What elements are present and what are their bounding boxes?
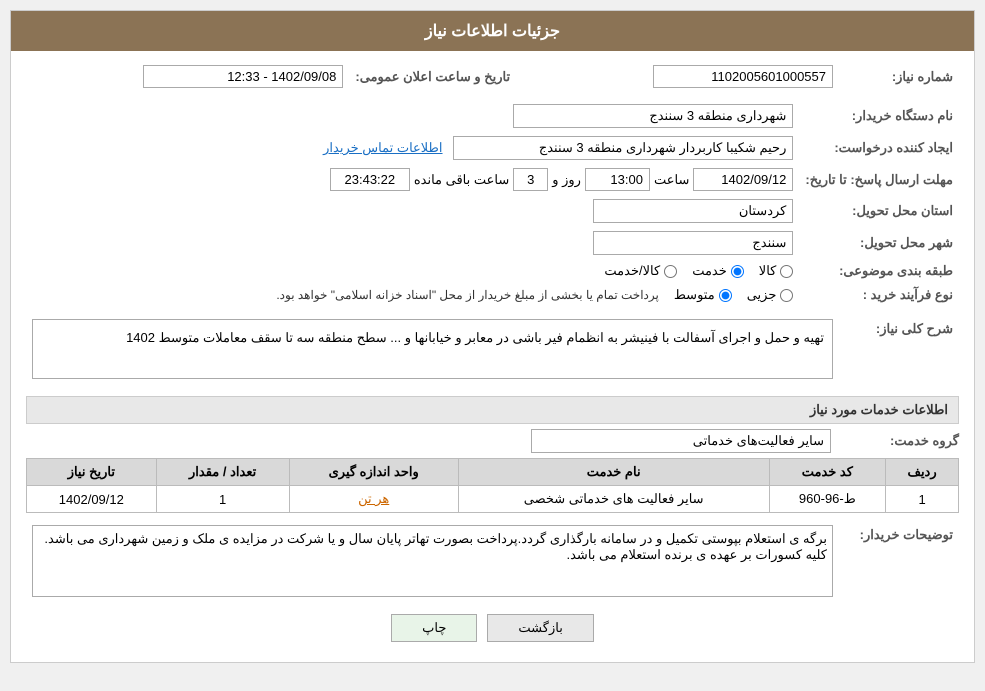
process-motavasset-radio[interactable] [719, 289, 732, 302]
back-button[interactable]: بازگشت [487, 614, 593, 642]
deadline-date: 1402/09/12 [693, 168, 793, 191]
process-jozi: جزیی [747, 287, 794, 303]
category-khedmat: خدمت [692, 263, 744, 279]
main-container: جزئیات اطلاعات نیاز شماره نیاز: 11020056… [10, 10, 975, 663]
need-number-value: 1102005601000557 [653, 65, 833, 88]
city-value: سنندج [593, 231, 793, 255]
buyer-org-value: شهرداری منطقه 3 سنندج [513, 104, 793, 128]
group-row: گروه خدمت: سایر فعالیت‌های خدماتی [26, 429, 959, 453]
deadline-label: مهلت ارسال پاسخ: تا تاریخ: [799, 164, 959, 195]
need-number-cell: 1102005601000557 [546, 61, 839, 92]
col-header-name: نام خدمت [458, 459, 769, 486]
process-jozi-label: جزیی [747, 287, 777, 303]
category-kala-khedmat-label: کالا/خدمت [604, 263, 660, 279]
date-label: تاریخ و ساعت اعلان عمومی: [349, 61, 516, 92]
cell-date: 1402/09/12 [27, 486, 157, 513]
province-label: استان محل تحویل: [799, 195, 959, 227]
services-section-title: اطلاعات خدمات مورد نیاز [26, 396, 959, 424]
group-value: سایر فعالیت‌های خدماتی [531, 429, 831, 453]
process-label: نوع فرآیند خرید : [799, 283, 959, 307]
col-header-row: ردیف [886, 459, 959, 486]
category-kala-khedmat-radio[interactable] [664, 265, 677, 278]
deadline-time: 13:00 [585, 168, 650, 191]
province-cell: کردستان [26, 195, 799, 227]
cell-qty: 1 [156, 486, 289, 513]
notes-label: توضیحات خریدار: [839, 521, 959, 604]
desc-table: شرح کلی نیاز: تهیه و حمل و اجرای آسفالت … [26, 315, 959, 388]
group-label: گروه خدمت: [839, 433, 959, 449]
process-cell: جزیی متوسط پرداخت تمام یا بخشی از مبلغ خ… [26, 283, 799, 307]
creator-contact-link[interactable]: اطلاعات تماس خریدار [323, 140, 442, 155]
category-kala-radio[interactable] [780, 265, 793, 278]
notes-table: توضیحات خریدار: [26, 521, 959, 604]
cell-row: 1 [886, 486, 959, 513]
content-area: شماره نیاز: 1102005601000557 تاریخ و ساع… [11, 51, 974, 662]
creator-value: رحیم شکیبا کاربردار شهرداری منطقه 3 سنند… [453, 136, 793, 160]
process-jozi-radio[interactable] [780, 289, 793, 302]
col-header-date: تاریخ نیاز [27, 459, 157, 486]
print-button[interactable]: چاپ [391, 614, 477, 642]
category-khedmat-radio[interactable] [731, 265, 744, 278]
deadline-remaining-label: ساعت باقی مانده [414, 172, 509, 188]
date-cell: 1402/09/08 - 12:33 [26, 61, 349, 92]
date-value: 1402/09/08 - 12:33 [143, 65, 343, 88]
table-row: 1 ط-96-960 سایر فعالیت های خدماتی شخصی ه… [27, 486, 959, 513]
need-desc-cell: تهیه و حمل و اجرای آسفالت با فینیشر به ا… [26, 315, 839, 388]
cell-code: ط-96-960 [769, 486, 886, 513]
cell-name: سایر فعالیت های خدماتی شخصی [458, 486, 769, 513]
process-motavasset-label: متوسط [674, 287, 715, 303]
header-title: جزئیات اطلاعات نیاز [425, 23, 560, 40]
province-value: کردستان [593, 199, 793, 223]
deadline-time-label: ساعت [654, 172, 689, 188]
notes-cell [26, 521, 839, 604]
process-motavasset: متوسط [674, 287, 732, 303]
buyer-table: نام دستگاه خریدار: شهرداری منطقه 3 سنندج… [26, 100, 959, 307]
category-label: طبقه بندی موضوعی: [799, 259, 959, 283]
deadline-days: 3 [513, 168, 548, 191]
category-kala-label: کالا [759, 263, 777, 279]
category-khedmat-label: خدمت [692, 263, 727, 279]
col-header-qty: تعداد / مقدار [156, 459, 289, 486]
process-note: پرداخت تمام یا بخشی از مبلغ خریدار از مح… [276, 288, 659, 302]
col-header-unit: واحد اندازه گیری [289, 459, 458, 486]
buyer-org-cell: شهرداری منطقه 3 سنندج [26, 100, 799, 132]
buttons-row: بازگشت چاپ [26, 614, 959, 642]
category-kala: کالا [759, 263, 794, 279]
deadline-days-label: روز و [552, 172, 581, 188]
city-cell: سنندج [26, 227, 799, 259]
category-cell: کالا خدمت کالا/خدمت [26, 259, 799, 283]
deadline-cell: 1402/09/12 ساعت 13:00 روز و 3 ساعت باقی … [26, 164, 799, 195]
col-header-code: کد خدمت [769, 459, 886, 486]
category-kala-khedmat: کالا/خدمت [604, 263, 677, 279]
notes-textarea[interactable] [32, 525, 833, 597]
need-desc-value: تهیه و حمل و اجرای آسفالت با فینیشر به ا… [32, 319, 833, 379]
services-table: ردیف کد خدمت نام خدمت واحد اندازه گیری ت… [26, 458, 959, 513]
creator-cell: رحیم شکیبا کاربردار شهرداری منطقه 3 سنند… [26, 132, 799, 164]
creator-label: ایجاد کننده درخواست: [799, 132, 959, 164]
cell-unit: هر تن [289, 486, 458, 513]
need-desc-label: شرح کلی نیاز: [839, 315, 959, 388]
city-label: شهر محل تحویل: [799, 227, 959, 259]
deadline-remaining: 23:43:22 [330, 168, 410, 191]
page-header: جزئیات اطلاعات نیاز [11, 11, 974, 51]
buyer-org-label: نام دستگاه خریدار: [799, 100, 959, 132]
top-info-table: شماره نیاز: 1102005601000557 تاریخ و ساع… [26, 61, 959, 92]
need-number-label: شماره نیاز: [839, 61, 959, 92]
